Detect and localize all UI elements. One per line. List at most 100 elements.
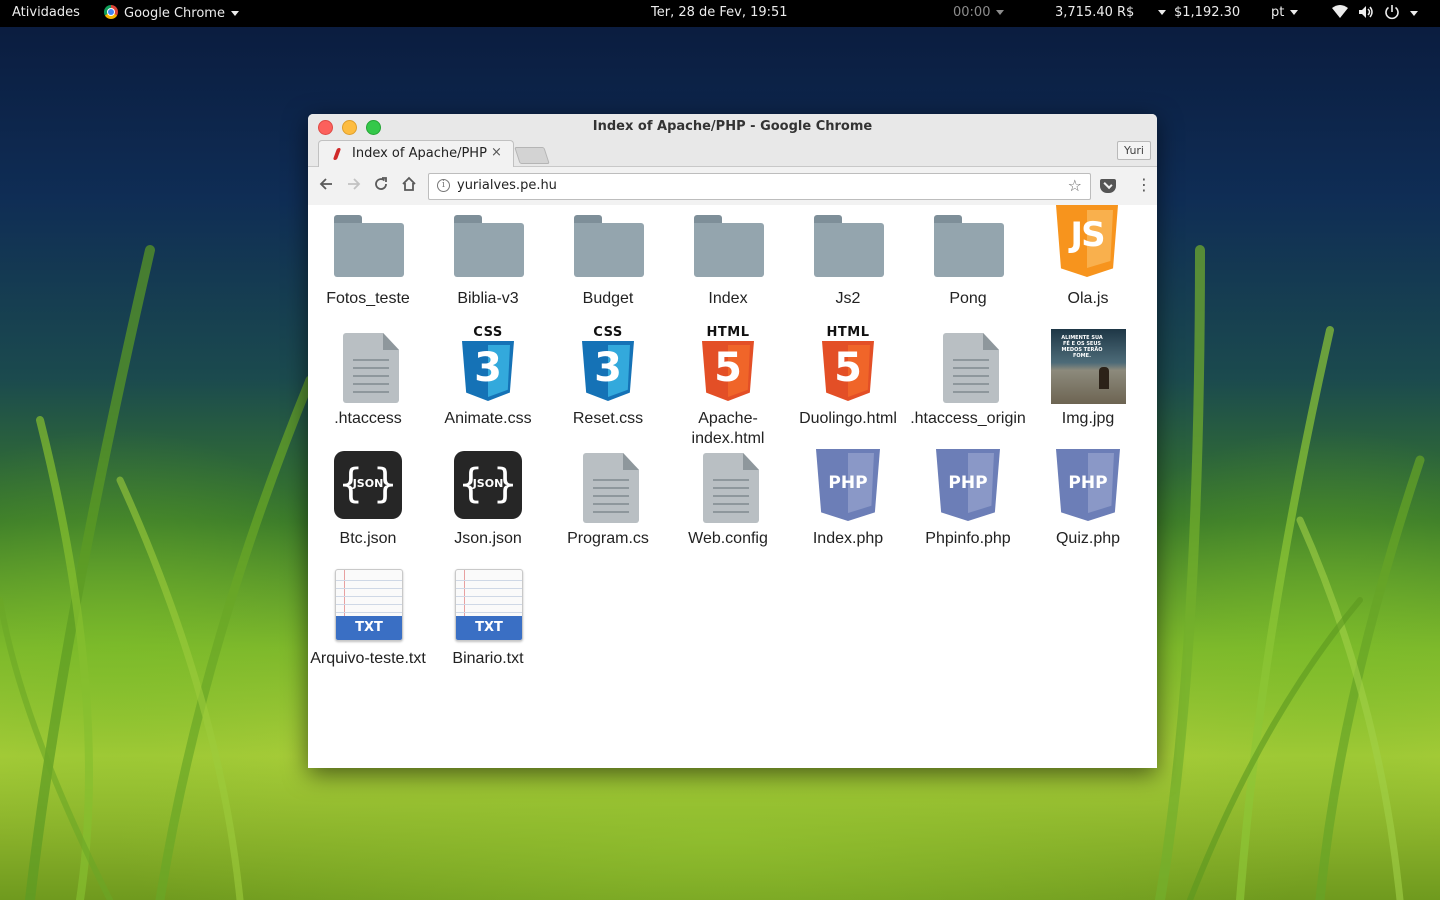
file-name: Apache-index.html xyxy=(691,410,765,447)
tab-close-button[interactable]: × xyxy=(491,145,502,160)
pocket-icon[interactable] xyxy=(1100,179,1116,193)
tab-active[interactable]: Index of Apache/PHP × xyxy=(318,140,514,167)
arrow-left-icon xyxy=(319,178,332,190)
image-thumbnail: ALIMENTE SUA FÉ E OS SEUS MEDOS TERÃO FO… xyxy=(1051,329,1126,405)
keyboard-layout-label: pt xyxy=(1271,5,1285,20)
wifi-icon xyxy=(1332,5,1348,18)
back-button[interactable] xyxy=(318,176,334,196)
menu-button[interactable]: ⋮ xyxy=(1136,177,1152,193)
file-item[interactable]: Pong xyxy=(908,205,1028,325)
file-name: Program.cs xyxy=(567,530,649,547)
file-item[interactable]: .htaccess_origin xyxy=(908,325,1028,445)
text-file-icon: TXT xyxy=(451,569,525,645)
file-item[interactable]: PHP Index.php xyxy=(788,445,908,565)
file-item[interactable]: CSS 3 Animate.css xyxy=(428,325,548,445)
window-title: Index of Apache/PHP - Google Chrome xyxy=(592,119,873,134)
folder-icon xyxy=(331,209,405,285)
file-name: Arquivo-teste.txt xyxy=(310,650,426,667)
file-name: Web.config xyxy=(688,530,768,547)
file-item[interactable]: .htaccess xyxy=(308,325,428,445)
file-name: Fotos_teste xyxy=(326,290,410,307)
file-item[interactable]: JS Ola.js xyxy=(1028,205,1148,325)
file-name: Budget xyxy=(582,290,634,307)
balance-brl[interactable]: 3,715.40 R$ xyxy=(1055,5,1134,20)
file-item[interactable]: Biblia-v3 xyxy=(428,205,548,325)
document-icon xyxy=(931,329,1005,405)
json-icon: {JSON} xyxy=(451,449,525,525)
file-item[interactable]: Index xyxy=(668,205,788,325)
file-name: Duolingo.html xyxy=(799,410,897,427)
file-item[interactable]: ALIMENTE SUA FÉ E OS SEUS MEDOS TERÃO FO… xyxy=(1028,325,1148,445)
file-item[interactable]: {JSON} Btc.json xyxy=(308,445,428,565)
power-icon xyxy=(1385,5,1400,20)
app-menu[interactable]: Google Chrome xyxy=(104,5,239,21)
document-icon xyxy=(331,329,405,405)
info-icon[interactable]: i xyxy=(437,179,450,192)
balance-usd[interactable]: $1,192.30 xyxy=(1158,5,1240,20)
file-name: Json.json xyxy=(454,530,522,547)
file-item[interactable]: HTML 5 Apache-index.html xyxy=(668,325,788,447)
file-name: Img.jpg xyxy=(1061,410,1115,427)
arrow-right-icon xyxy=(348,178,361,190)
timer-indicator[interactable]: 00:00 xyxy=(953,5,1005,20)
clock[interactable]: Ter, 28 de Fev, 19:51 xyxy=(651,5,788,20)
php-icon: PHP xyxy=(811,449,885,525)
chevron-down-icon xyxy=(230,11,239,16)
php-icon: PHP xyxy=(1051,449,1125,525)
file-item[interactable]: Program.cs xyxy=(548,445,668,565)
html5-icon: HTML 5 xyxy=(691,325,765,405)
file-item[interactable]: Web.config xyxy=(668,445,788,565)
file-name: Pong xyxy=(949,290,987,307)
folder-icon xyxy=(811,209,885,285)
folder-icon xyxy=(691,209,765,285)
reload-icon xyxy=(375,177,387,190)
home-icon xyxy=(402,176,416,191)
javascript-icon: JS xyxy=(1051,205,1125,285)
file-name: Index xyxy=(708,290,748,307)
file-name: Quiz.php xyxy=(1055,530,1121,547)
file-item[interactable]: PHP Quiz.php xyxy=(1028,445,1148,565)
top-panel: Atividades Google Chrome Ter, 28 de Fev,… xyxy=(0,0,1440,27)
folder-icon xyxy=(451,209,525,285)
chevron-down-icon xyxy=(1410,11,1419,16)
new-tab-button[interactable] xyxy=(514,147,550,164)
file-item[interactable]: TXT Binario.txt xyxy=(428,565,548,685)
keyboard-layout-indicator[interactable]: pt xyxy=(1271,5,1299,20)
chevron-down-icon xyxy=(996,10,1005,15)
file-name: Btc.json xyxy=(339,530,397,547)
json-icon: {JSON} xyxy=(331,449,405,525)
system-menu[interactable] xyxy=(1332,4,1419,21)
reload-button[interactable] xyxy=(373,176,389,196)
tab-strip: Index of Apache/PHP × Yuri xyxy=(308,139,1157,167)
timer-label: 00:00 xyxy=(953,5,991,20)
file-item[interactable]: Fotos_teste xyxy=(308,205,428,325)
file-name: Animate.css xyxy=(444,410,532,427)
file-item[interactable]: PHP Phpinfo.php xyxy=(908,445,1028,565)
file-name: .htaccess_origin xyxy=(910,410,1026,427)
document-icon xyxy=(691,449,765,525)
activities-button[interactable]: Atividades xyxy=(12,5,80,20)
chevron-down-icon xyxy=(1290,10,1299,15)
app-menu-label: Google Chrome xyxy=(124,6,225,21)
forward-button[interactable] xyxy=(346,176,362,196)
file-item[interactable]: HTML 5 Duolingo.html xyxy=(788,325,908,445)
title-bar[interactable]: Index of Apache/PHP - Google Chrome xyxy=(308,114,1157,139)
chrome-window: Index of Apache/PHP - Google Chrome Inde… xyxy=(308,114,1157,768)
address-bar[interactable]: i yurialves.pe.hu ☆ xyxy=(428,173,1091,200)
profile-button[interactable]: Yuri xyxy=(1116,141,1151,160)
folder-icon xyxy=(931,209,1005,285)
tab-title: Index of Apache/PHP xyxy=(352,146,487,161)
bookmark-star-icon[interactable]: ☆ xyxy=(1068,176,1082,195)
file-item[interactable]: TXT Arquivo-teste.txt xyxy=(308,565,428,685)
php-icon: PHP xyxy=(931,449,1005,525)
volume-icon xyxy=(1359,6,1373,18)
css3-icon: CSS 3 xyxy=(451,325,525,405)
html5-icon: HTML 5 xyxy=(811,325,885,405)
file-item[interactable]: CSS 3 Reset.css xyxy=(548,325,668,445)
toolbar: i yurialves.pe.hu ☆ ⋮ xyxy=(308,167,1157,206)
text-file-icon: TXT xyxy=(331,569,405,645)
home-button[interactable] xyxy=(401,176,417,196)
file-item[interactable]: Budget xyxy=(548,205,668,325)
file-item[interactable]: Js2 xyxy=(788,205,908,325)
file-item[interactable]: {JSON} Json.json xyxy=(428,445,548,565)
